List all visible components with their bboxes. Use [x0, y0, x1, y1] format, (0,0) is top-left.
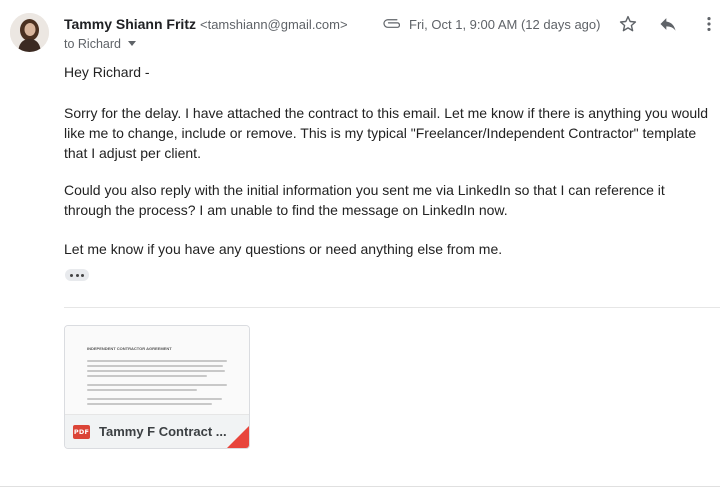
- more-vert-icon: [707, 17, 711, 31]
- divider: [64, 307, 720, 308]
- greeting: Hey Richard -: [64, 64, 150, 80]
- reply-button[interactable]: [656, 12, 680, 36]
- attachment-card[interactable]: INDEPENDENT CONTRACTOR AGREEMENT PDF Tam…: [64, 325, 250, 449]
- more-options-button[interactable]: [697, 12, 720, 36]
- attachment-footer: PDF Tammy F Contract ...: [65, 415, 249, 448]
- recipient-summary[interactable]: to Richard: [64, 37, 136, 51]
- message-meta: Fri, Oct 1, 9:00 AM (12 days ago): [383, 14, 600, 34]
- sender-avatar[interactable]: [10, 13, 49, 52]
- chevron-down-icon[interactable]: [127, 41, 136, 47]
- body-paragraph-1: Sorry for the delay. I have attached the…: [64, 105, 709, 161]
- reply-icon: [660, 18, 676, 31]
- file-corner-fold: [227, 426, 249, 448]
- sender-line: Tammy Shiann Fritz <tamshiann@gmail.com>: [64, 15, 348, 34]
- sender-name[interactable]: Tammy Shiann Fritz: [64, 16, 196, 32]
- preview-title: INDEPENDENT CONTRACTOR AGREEMENT: [87, 346, 172, 351]
- bottom-divider: [0, 486, 720, 487]
- paperclip-icon: [383, 19, 401, 28]
- attachment-filename: Tammy F Contract ...: [99, 424, 227, 439]
- email-message: Tammy Shiann Fritz <tamshiann@gmail.com> …: [0, 0, 720, 494]
- pdf-icon: PDF: [73, 425, 90, 439]
- body-paragraph-2: Could you also reply with the initial in…: [64, 182, 665, 218]
- star-icon: [619, 15, 637, 32]
- ellipsis-icon: [70, 273, 74, 277]
- star-button[interactable]: [616, 12, 640, 36]
- recipient-label: to Richard: [64, 37, 121, 51]
- body-paragraph-3: Let me know if you have any questions or…: [64, 241, 503, 257]
- attachment-preview: INDEPENDENT CONTRACTOR AGREEMENT: [65, 326, 249, 415]
- message-date[interactable]: Fri, Oct 1, 9:00 AM (12 days ago): [409, 17, 600, 32]
- show-trimmed-content-button[interactable]: [65, 269, 89, 281]
- sender-email[interactable]: <tamshiann@gmail.com>: [200, 17, 348, 32]
